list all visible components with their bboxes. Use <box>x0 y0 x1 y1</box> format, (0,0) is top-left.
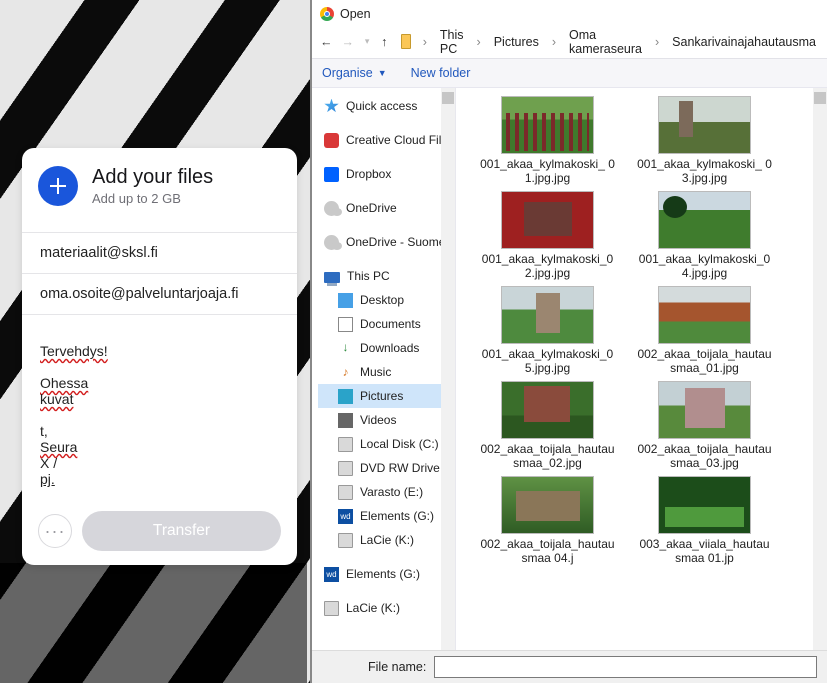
more-options-button[interactable]: ··· <box>38 514 72 548</box>
file-item[interactable]: 001_akaa_kylmakoski_ 01.jpg.jpg <box>480 96 615 185</box>
file-thumbnail <box>658 381 751 439</box>
crumb-this-pc[interactable]: This PC <box>437 26 467 58</box>
plus-icon <box>50 178 66 194</box>
usb-icon: wd <box>338 509 353 524</box>
dialog-title: Open <box>340 7 371 21</box>
nav-lacie-k-root[interactable]: LaCie (K:) <box>318 596 455 620</box>
dropbox-icon <box>324 167 339 182</box>
nav-music[interactable]: ♪Music <box>318 360 455 384</box>
file-thumbnail <box>658 191 751 249</box>
file-name: 003_akaa_viiala_hautausmaa 01.jp <box>637 537 772 565</box>
onedrive-icon <box>324 201 339 216</box>
file-thumbnail <box>658 96 751 154</box>
nav-desktop[interactable]: Desktop <box>318 288 455 312</box>
recipient-field[interactable]: materiaalit@sksl.fi <box>22 232 297 273</box>
message-field[interactable]: Tervehdys! Ohessa kuvat t, Seura X / pj. <box>22 314 297 499</box>
crumb-oma-kameraseura[interactable]: Oma kameraseura <box>566 26 645 58</box>
videos-icon <box>338 413 353 428</box>
nav-elements-g-root[interactable]: wdElements (G:) <box>318 562 455 586</box>
nav-scrollbar[interactable] <box>441 88 455 650</box>
file-name: 002_akaa_toijala_hautausmaa_03.jpg <box>637 442 772 470</box>
file-thumbnail <box>501 191 594 249</box>
upload-title: Add your files <box>92 166 213 189</box>
file-name: 002_akaa_toijala_hautausmaa_02.jpg <box>480 442 615 470</box>
sender-field[interactable]: oma.osoite@palveluntarjoaja.fi <box>22 273 297 314</box>
caret-down-icon: ▼ <box>378 68 387 78</box>
file-thumbnail <box>658 286 751 344</box>
nav-elements-g[interactable]: wdElements (G:) <box>318 504 455 528</box>
nav-downloads[interactable]: ↓Downloads <box>318 336 455 360</box>
nav-pictures[interactable]: Pictures <box>318 384 455 408</box>
nav-videos[interactable]: Videos <box>318 408 455 432</box>
transfer-button[interactable]: Transfer <box>82 511 281 551</box>
file-item[interactable]: 002_akaa_toijala_hautausmaa_01.jpg <box>637 286 772 375</box>
chrome-icon <box>320 7 334 21</box>
disk-icon <box>324 601 339 616</box>
star-icon <box>324 99 339 114</box>
nav-lacie-k[interactable]: LaCie (K:) <box>318 528 455 552</box>
nav-up-button[interactable]: ↑ <box>380 35 388 49</box>
nav-back-button[interactable]: ← <box>320 35 333 49</box>
files-scrollbar[interactable] <box>813 88 827 650</box>
file-name: 001_akaa_kylmakoski_05.jpg.jpg <box>480 347 615 375</box>
disk-icon <box>338 485 353 500</box>
folder-icon <box>401 34 410 49</box>
filename-label: File name: <box>368 660 426 674</box>
organise-menu[interactable]: Organise▼ <box>322 66 387 80</box>
file-thumbnail <box>658 476 751 534</box>
file-item[interactable]: 002_akaa_toijala_hautausmaa_03.jpg <box>637 381 772 470</box>
nav-this-pc[interactable]: This PC <box>318 264 455 288</box>
usb-icon: wd <box>324 567 339 582</box>
desktop-icon <box>338 293 353 308</box>
file-thumbnail <box>501 476 594 534</box>
filename-input[interactable] <box>434 656 817 678</box>
file-item[interactable]: 002_akaa_toijala_hautausmaa_02.jpg <box>480 381 615 470</box>
pc-icon <box>324 272 340 283</box>
file-thumbnail <box>501 96 594 154</box>
file-thumbnail <box>501 286 594 344</box>
file-item[interactable]: 002_akaa_toijala_hautausmaa 04.j <box>480 476 615 565</box>
nav-history-button[interactable]: ▾ <box>363 36 371 47</box>
file-grid: 001_akaa_kylmakoski_ 01.jpg.jpg 001_akaa_… <box>456 88 811 650</box>
nav-creative-cloud[interactable]: Creative Cloud Fil <box>318 128 455 152</box>
file-name: 001_akaa_kylmakoski_ 01.jpg.jpg <box>480 157 615 185</box>
crumb-pictures[interactable]: Pictures <box>491 33 542 51</box>
nav-dvd[interactable]: DVD RW Drive (D <box>318 456 455 480</box>
navigation-pane: Quick access Creative Cloud Fil Dropbox … <box>312 88 456 650</box>
file-item[interactable]: 001_akaa_kylmakoski_05.jpg.jpg <box>480 286 615 375</box>
nav-local-disk-c[interactable]: Local Disk (C:) <box>318 432 455 456</box>
file-name: 001_akaa_kylmakoski_02.jpg.jpg <box>480 252 615 280</box>
nav-quick-access[interactable]: Quick access <box>318 94 455 118</box>
nav-documents[interactable]: Documents <box>318 312 455 336</box>
documents-icon <box>338 317 353 332</box>
file-item[interactable]: 001_akaa_kylmakoski_04.jpg.jpg <box>637 191 772 280</box>
upload-card: Add your files Add up to 2 GB materiaali… <box>22 148 297 565</box>
file-item[interactable]: 003_akaa_viiala_hautausmaa 01.jp <box>637 476 772 565</box>
file-name: 002_akaa_toijala_hautausmaa 04.j <box>480 537 615 565</box>
file-item[interactable]: 001_akaa_kylmakoski_ 03.jpg.jpg <box>637 96 772 185</box>
file-name: 002_akaa_toijala_hautausmaa_01.jpg <box>637 347 772 375</box>
add-files-button[interactable] <box>38 166 78 206</box>
new-folder-button[interactable]: New folder <box>411 66 471 80</box>
file-open-dialog: Open ← → ▾ ↑ › This PC › Pictures › Oma … <box>310 0 827 683</box>
file-item[interactable]: 001_akaa_kylmakoski_02.jpg.jpg <box>480 191 615 280</box>
dvd-icon <box>338 461 353 476</box>
nav-dropbox[interactable]: Dropbox <box>318 162 455 186</box>
file-thumbnail <box>501 381 594 439</box>
crumb-current-folder[interactable]: Sankarivainajahautausma <box>669 33 819 51</box>
disk-icon <box>338 533 353 548</box>
music-icon: ♪ <box>338 365 353 380</box>
downloads-icon: ↓ <box>338 341 353 356</box>
creative-cloud-icon <box>324 133 339 148</box>
upload-subtitle: Add up to 2 GB <box>92 191 213 206</box>
disk-icon <box>338 437 353 452</box>
onedrive-icon <box>324 235 339 250</box>
file-name: 001_akaa_kylmakoski_ 03.jpg.jpg <box>637 157 772 185</box>
nav-onedrive[interactable]: OneDrive <box>318 196 455 220</box>
file-name: 001_akaa_kylmakoski_04.jpg.jpg <box>637 252 772 280</box>
pictures-icon <box>338 389 353 404</box>
nav-forward-button[interactable]: → <box>342 35 355 49</box>
nav-onedrive-suome[interactable]: OneDrive - Suome <box>318 230 455 254</box>
nav-varasto-e[interactable]: Varasto (E:) <box>318 480 455 504</box>
